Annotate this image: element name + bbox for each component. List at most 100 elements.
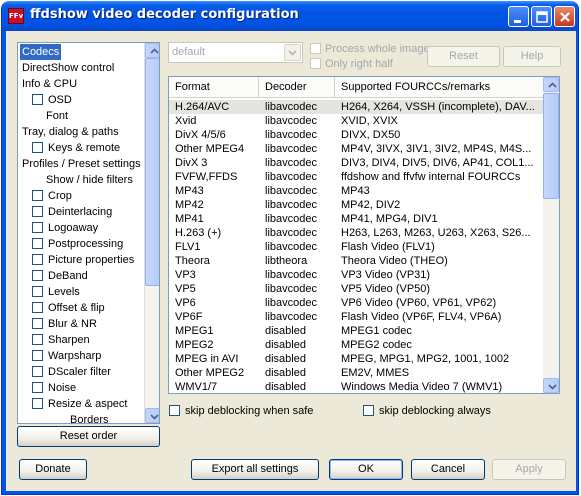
column-header-decoder[interactable]: Decoder bbox=[259, 77, 335, 97]
tree-item-checkbox[interactable] bbox=[32, 222, 43, 233]
table-row[interactable]: DivX 4/5/6 libavcodec DIVX, DX50 bbox=[169, 128, 544, 142]
column-header-fourccs[interactable]: Supported FOURCCs/remarks bbox=[335, 77, 544, 97]
tree-item-label: Postprocessing bbox=[48, 238, 124, 250]
table-row[interactable]: MP43 libavcodec MP43 bbox=[169, 184, 544, 198]
list-scroll-thumb[interactable] bbox=[543, 93, 559, 199]
table-row[interactable]: FVFW,FFDS libavcodec ffdshow and ffvfw int… bbox=[169, 170, 544, 184]
table-cell: libavcodec bbox=[265, 115, 317, 127]
list-scrollbar[interactable] bbox=[543, 77, 559, 393]
list-scroll-down-button[interactable] bbox=[543, 378, 559, 393]
table-row[interactable]: Theora libtheora Theora Video (THEO) bbox=[169, 254, 544, 268]
tree-item-label: Keys & remote bbox=[48, 142, 121, 154]
table-row[interactable]: MP41 libavcodec MP41, MPG4, DIV1 bbox=[169, 212, 544, 226]
settings-tree[interactable]: Codecs DirectShow control Info & CPU OSD Fon… bbox=[17, 42, 160, 424]
tree-item-checkbox[interactable] bbox=[32, 142, 43, 153]
help-button[interactable]: Help bbox=[503, 46, 561, 67]
tree-item-checkbox[interactable] bbox=[32, 238, 43, 249]
cancel-button[interactable]: Cancel bbox=[411, 459, 485, 480]
table-cell: MP43 bbox=[175, 185, 204, 197]
table-cell: VP6F bbox=[175, 311, 203, 323]
dialog-body: Codecs DirectShow control Info & CPU OSD Fon… bbox=[6, 31, 576, 491]
table-row[interactable]: Other MPEG4 libavcodec MP4V, 3IVX, 3IV1, 3… bbox=[169, 142, 544, 156]
table-cell: libavcodec bbox=[265, 101, 317, 113]
table-cell: MPEG1 codec bbox=[341, 325, 412, 337]
chevron-up-icon bbox=[548, 82, 557, 88]
tree-item-checkbox[interactable] bbox=[32, 398, 43, 409]
table-row[interactable]: H.264/AVC libavcodec H264, X264, VSSH (inc… bbox=[169, 100, 544, 114]
apply-button[interactable]: Apply bbox=[492, 459, 566, 480]
table-row[interactable]: MPEG1 disabled MPEG1 codec bbox=[169, 324, 544, 338]
close-button[interactable] bbox=[554, 6, 575, 27]
checkbox-box[interactable] bbox=[169, 405, 180, 416]
table-row[interactable]: VP5 libavcodec VP5 Video (VP50) bbox=[169, 282, 544, 296]
table-row[interactable]: MPEG in AVI disabled MPEG, MPG1, MPG2, 100… bbox=[169, 352, 544, 366]
table-row[interactable]: FLV1 libavcodec Flash Video (FLV1) bbox=[169, 240, 544, 254]
table-row[interactable]: MP42 libavcodec MP42, DIV2 bbox=[169, 198, 544, 212]
tree-item-checkbox[interactable] bbox=[32, 190, 43, 201]
preset-combobox[interactable]: default bbox=[168, 42, 303, 63]
tree-item-checkbox[interactable] bbox=[32, 366, 43, 377]
tree-item-checkbox[interactable] bbox=[32, 350, 43, 361]
table-cell: MPEG2 codec bbox=[341, 339, 412, 351]
tree-item-checkbox[interactable] bbox=[32, 254, 43, 265]
tree-item-checkbox[interactable] bbox=[32, 382, 43, 393]
chevron-down-icon bbox=[288, 50, 297, 56]
table-cell: libavcodec bbox=[265, 185, 317, 197]
checkbox-box[interactable] bbox=[363, 405, 374, 416]
table-row[interactable]: VP6 libavcodec VP6 Video (VP60, VP61, VP62… bbox=[169, 296, 544, 310]
column-header-format[interactable]: Format bbox=[169, 77, 259, 97]
maximize-icon bbox=[536, 11, 548, 23]
reset-button[interactable]: Reset bbox=[427, 46, 500, 67]
tree-item-checkbox[interactable] bbox=[32, 270, 43, 281]
table-cell: libavcodec bbox=[265, 241, 317, 253]
minimize-button[interactable] bbox=[508, 6, 529, 27]
process-whole-image-checkbox[interactable]: Process whole image bbox=[310, 42, 430, 56]
window-title: ffdshow video decoder configuration bbox=[30, 7, 299, 22]
table-row[interactable]: MPEG2 disabled MPEG2 codec bbox=[169, 338, 544, 352]
table-cell: libavcodec bbox=[265, 311, 317, 323]
table-row[interactable]: WMV1/7 disabled Windows Media Video 7 (WMV… bbox=[169, 380, 544, 393]
table-cell: libavcodec bbox=[265, 157, 317, 169]
checkbox-box[interactable] bbox=[310, 58, 321, 69]
tree-item-label: Font bbox=[46, 110, 69, 122]
maximize-button[interactable] bbox=[531, 6, 552, 27]
codecs-list[interactable]: Format Decoder Supported FOURCCs/remarks… bbox=[168, 76, 560, 394]
donate-button[interactable]: Donate bbox=[19, 459, 87, 480]
tree-item-checkbox[interactable] bbox=[32, 94, 43, 105]
tree-item-checkbox[interactable] bbox=[32, 206, 43, 217]
skip-deblocking-always-checkbox[interactable]: skip deblocking always bbox=[363, 404, 513, 418]
tree-item-checkbox[interactable] bbox=[32, 318, 43, 329]
table-cell: VP5 Video (VP50) bbox=[341, 283, 431, 295]
reset-order-button[interactable]: Reset order bbox=[17, 426, 160, 447]
tree-scrollbar[interactable] bbox=[144, 43, 159, 423]
list-header: Format Decoder Supported FOURCCs/remarks bbox=[169, 77, 544, 98]
table-row[interactable]: H.263 (+) libavcodec H263, L263, M263, U26… bbox=[169, 226, 544, 240]
checkbox-box[interactable] bbox=[310, 43, 321, 54]
table-cell: libavcodec bbox=[265, 143, 317, 155]
only-right-half-label: Only right half bbox=[325, 58, 393, 70]
title-bar[interactable]: FFv ffdshow video decoder configuration bbox=[2, 1, 578, 31]
table-row[interactable]: VP3 libavcodec VP3 Video (VP31) bbox=[169, 268, 544, 282]
table-row[interactable]: Other MPEG2 disabled EM2V, MMES bbox=[169, 366, 544, 380]
tree-item-label: Warpsharp bbox=[48, 350, 102, 362]
table-row[interactable]: Xvid libavcodec XVID, XVIX bbox=[169, 114, 544, 128]
ok-button[interactable]: OK bbox=[329, 459, 403, 480]
tree-item-checkbox[interactable] bbox=[32, 334, 43, 345]
tree-scroll-thumb[interactable] bbox=[145, 58, 159, 286]
list-scroll-up-button[interactable] bbox=[543, 77, 559, 92]
skip-deblocking-safe-checkbox[interactable]: skip deblocking when safe bbox=[169, 404, 319, 418]
only-right-half-checkbox[interactable]: Only right half bbox=[310, 57, 430, 71]
tree-item[interactable]: Codecs bbox=[20, 44, 62, 60]
close-icon bbox=[560, 12, 570, 22]
table-row[interactable]: DivX 3 libavcodec DIV3, DIV4, DIV5, DIV6, … bbox=[169, 156, 544, 170]
tree-item-checkbox[interactable] bbox=[32, 302, 43, 313]
chevron-down-icon bbox=[150, 414, 159, 420]
table-row[interactable]: VP6F libavcodec Flash Video (VP6F, FLV4, V… bbox=[169, 310, 544, 324]
tree-scroll-down-button[interactable] bbox=[145, 408, 159, 423]
table-cell: WMV1/7 bbox=[175, 381, 218, 393]
tree-item-checkbox[interactable] bbox=[32, 286, 43, 297]
export-all-settings-button[interactable]: Export all settings bbox=[191, 459, 319, 480]
tree-item-label: DirectShow control bbox=[22, 62, 115, 74]
preset-dropdown-button[interactable] bbox=[284, 44, 301, 61]
tree-scroll-up-button[interactable] bbox=[145, 43, 159, 58]
